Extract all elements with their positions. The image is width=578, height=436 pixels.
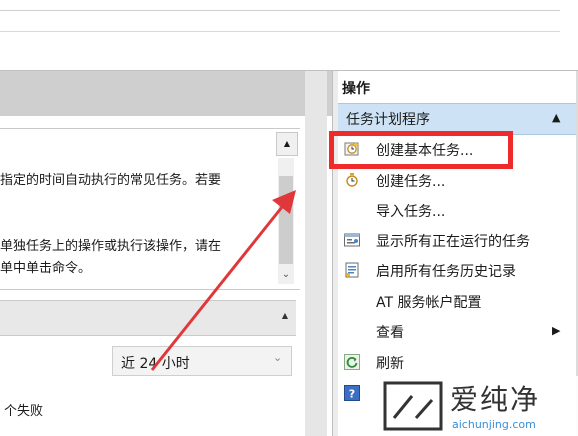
watermark-url: aichunjing.com [452, 418, 536, 431]
annotation-arrow [150, 190, 296, 371]
watermark: 爱纯净 aichunjing.com [378, 376, 578, 436]
watermark-logo-icon [383, 381, 443, 431]
watermark-name: 爱纯净 [450, 383, 541, 416]
